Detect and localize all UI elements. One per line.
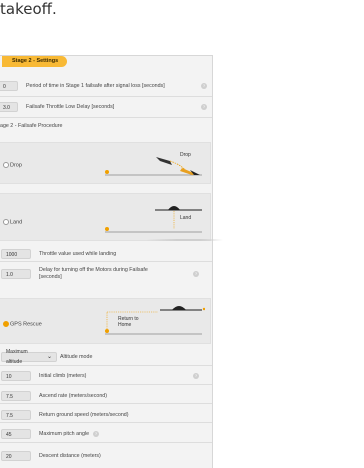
- throttle-low-delay-row: 3.0 Failsafe Throttle Low Delay [seconds…: [0, 100, 114, 113]
- gps-rescue-diagram: Return to Home: [105, 306, 205, 335]
- drop-option-label: Drop: [10, 162, 22, 169]
- land-radio[interactable]: [3, 219, 9, 225]
- ascend-rate-row: 7.5 Ascend rate (meters/second): [0, 389, 107, 402]
- max-pitch-angle-input[interactable]: 45: [1, 428, 31, 439]
- stage-2-settings-tab[interactable]: Stage 2 - Settings: [2, 56, 68, 67]
- scrollbar[interactable]: [146, 239, 223, 241]
- stage1-period-label: Period of time in Stage 1 failsafe after…: [26, 82, 165, 89]
- drop-option[interactable]: Drop: [3, 162, 22, 168]
- motor-off-delay-input[interactable]: 1.0: [1, 269, 31, 279]
- divider: [0, 365, 212, 366]
- land-option[interactable]: Land: [3, 219, 22, 225]
- landing-throttle-row: 1000 Throttle value used while landing: [0, 247, 116, 260]
- gps-diagram-label-line2: Home: [118, 322, 132, 328]
- land-option-label: Land: [10, 219, 23, 226]
- return-ground-speed-label: Return ground speed (meters/second): [39, 411, 129, 418]
- gps-rescue-option-label: GPS Rescue: [10, 321, 42, 328]
- help-icon[interactable]: ?: [201, 83, 207, 89]
- return-ground-speed-input[interactable]: 7.5: [1, 409, 31, 420]
- divider: [0, 384, 212, 385]
- initial-climb-label: Initial climb (meters): [39, 372, 87, 379]
- divider: [0, 442, 212, 443]
- gps-rescue-option[interactable]: GPS Rescue: [3, 321, 42, 327]
- ascend-rate-input[interactable]: 7.5: [1, 390, 31, 401]
- altitude-mode-value: Maximum altitude: [6, 348, 28, 365]
- gps-rescue-radio[interactable]: [3, 321, 9, 327]
- divider: [0, 261, 212, 262]
- motor-off-delay-label-line1: Delay for turning off the Motors during …: [39, 267, 148, 273]
- altitude-mode-select[interactable]: Maximum altitude ⌄: [1, 349, 57, 365]
- help-icon[interactable]: ?: [201, 104, 207, 110]
- divider: [0, 117, 212, 118]
- altitude-mode-row: Maximum altitude ⌄ Altitude mode: [0, 349, 93, 365]
- throttle-low-delay-input[interactable]: 3.0: [0, 101, 18, 112]
- altitude-mode-label: Altitude mode: [60, 353, 93, 360]
- landing-throttle-label: Throttle value used while landing: [39, 250, 117, 257]
- initial-climb-row: 10 Initial climb (meters): [0, 369, 86, 382]
- intro-text: takeoff.: [0, 0, 57, 18]
- land-diagram: Land: [105, 206, 202, 233]
- chevron-down-icon: ⌄: [46, 353, 52, 360]
- drop-diagram: Drop: [105, 152, 202, 176]
- motor-off-delay-row: 1.0 Delay for turning off the Motors dur…: [0, 267, 148, 281]
- land-diagram-label: Land: [180, 215, 191, 221]
- divider: [0, 403, 212, 404]
- stage1-period-row: 0 Period of time in Stage 1 failsafe aft…: [0, 79, 165, 92]
- divider: [0, 96, 212, 97]
- max-pitch-angle-row: 45 Maximum pitch angle ?: [0, 427, 100, 440]
- descent-distance-label: Descent distance (meters): [39, 452, 101, 459]
- landing-throttle-input[interactable]: 1000: [1, 248, 31, 259]
- descent-distance-input[interactable]: 20: [1, 450, 31, 461]
- throttle-low-delay-label: Failsafe Throttle Low Delay [seconds]: [26, 103, 115, 110]
- descent-distance-row: 20 Descent distance (meters): [0, 449, 101, 462]
- divider: [0, 422, 212, 423]
- drop-diagram-label: Drop: [180, 152, 191, 158]
- failsafe-procedure-title: age 2 - Failsafe Procedure: [0, 123, 63, 129]
- drop-radio[interactable]: [3, 162, 9, 168]
- ascend-rate-label: Ascend rate (meters/second): [39, 392, 108, 399]
- max-pitch-angle-label: Maximum pitch angle: [39, 430, 90, 437]
- motor-off-delay-label: Delay for turning off the Motors during …: [39, 267, 148, 281]
- return-ground-speed-row: 7.5 Return ground speed (meters/second): [0, 408, 129, 421]
- help-icon[interactable]: ?: [93, 430, 100, 437]
- help-icon[interactable]: ?: [193, 373, 199, 379]
- stage1-period-input[interactable]: 0: [0, 80, 18, 91]
- help-icon[interactable]: ?: [193, 271, 199, 277]
- motor-off-delay-label-line2: [seconds]: [39, 274, 62, 280]
- initial-climb-input[interactable]: 10: [1, 370, 31, 381]
